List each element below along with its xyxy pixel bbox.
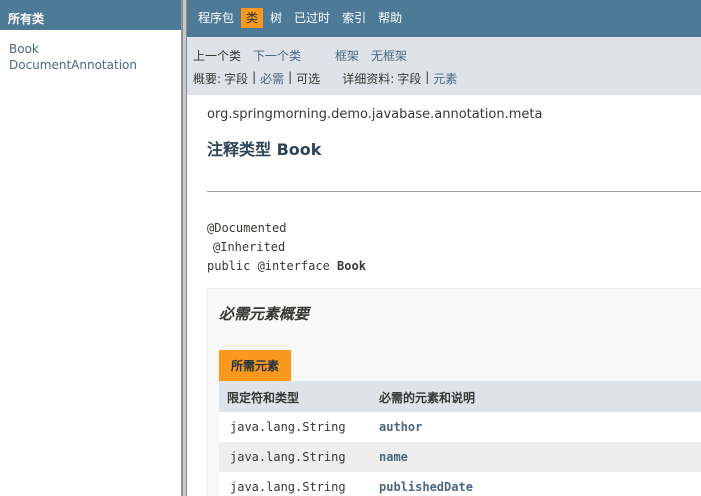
all-classes-heading: 所有类 — [0, 0, 181, 30]
table-row: java.lang.String author — [219, 412, 701, 442]
detail-field: 字段 — [397, 72, 422, 86]
nav-class: 类 — [241, 8, 264, 28]
summary-label: 概要: — [193, 72, 222, 86]
nav-deprecated[interactable]: 已过时 — [289, 8, 335, 28]
nav-help[interactable]: 帮助 — [373, 8, 407, 28]
class-link-book[interactable]: Book — [9, 41, 181, 57]
summary-optional: 可选 — [296, 72, 321, 86]
annotation-inherited: @Inherited — [213, 240, 286, 254]
summary-field: 字段 — [224, 72, 249, 86]
class-content: org.springmorning.demo.javabase.annotati… — [187, 95, 701, 496]
element-link-name[interactable]: name — [379, 450, 408, 464]
package-name: org.springmorning.demo.javabase.annotati… — [207, 107, 543, 122]
type-signature: @Documented @Inherited public @interface… — [207, 219, 701, 276]
table-header-row: 限定符和类型 必需的元素和说明 — [219, 381, 701, 412]
prev-class: 上一个类 — [193, 49, 242, 63]
summary-required-link[interactable]: 必需 — [260, 70, 284, 86]
separator: | — [425, 70, 430, 84]
divider — [207, 191, 701, 192]
column-header-element: 必需的元素和说明 — [379, 381, 701, 412]
no-frames-link[interactable]: 无框架 — [371, 47, 407, 63]
column-header-type: 限定符和类型 — [219, 381, 379, 412]
required-elements-table: 限定符和类型 必需的元素和说明 java.lang.String author … — [219, 381, 701, 496]
page-title: 注释类型 Book — [207, 140, 322, 159]
summary-heading: 必需元素概要 — [219, 305, 310, 323]
declaration-line: public @interface Book — [207, 257, 701, 276]
next-class-link[interactable]: 下一个类 — [253, 47, 301, 63]
class-link-documentannotation[interactable]: DocumentAnnotation — [9, 57, 181, 73]
class-frame: 程序包 类 树 已过时 索引 帮助 上一个类 下一个类 框架 无框架 概要: 字… — [187, 0, 701, 496]
class-list: Book DocumentAnnotation — [0, 30, 181, 73]
detail-label: 详细资料: — [342, 72, 395, 86]
annotation-documented: @Documented — [207, 221, 287, 235]
nav-index[interactable]: 索引 — [337, 8, 371, 28]
sub-navbar: 上一个类 下一个类 框架 无框架 概要: 字段 | 必需 | 可选 详细资料: … — [187, 37, 701, 95]
declaration-type-name: Book — [337, 259, 366, 273]
detail-element-link[interactable]: 元素 — [433, 70, 457, 86]
summary-caption-tab: 所需元素 — [219, 350, 292, 381]
element-type: java.lang.String — [219, 412, 379, 442]
all-classes-frame: 所有类 Book DocumentAnnotation — [0, 0, 182, 496]
element-link-author[interactable]: author — [379, 420, 422, 434]
element-type: java.lang.String — [219, 472, 379, 496]
nav-package[interactable]: 程序包 — [193, 8, 239, 28]
separator: | — [288, 70, 293, 84]
element-type: java.lang.String — [219, 442, 379, 472]
declaration-prefix: public @interface — [207, 259, 338, 273]
table-row: java.lang.String name — [219, 442, 701, 472]
frames-link[interactable]: 框架 — [335, 47, 359, 63]
nav-tree[interactable]: 树 — [265, 8, 287, 28]
required-element-summary: 必需元素概要 所需元素 限定符和类型 必需的元素和说明 java.lang.St… — [207, 288, 701, 496]
separator: | — [252, 70, 257, 84]
table-row: java.lang.String publishedDate — [219, 472, 701, 496]
element-link-published-date[interactable]: publishedDate — [379, 480, 473, 494]
top-navbar: 程序包 类 树 已过时 索引 帮助 — [187, 0, 701, 37]
